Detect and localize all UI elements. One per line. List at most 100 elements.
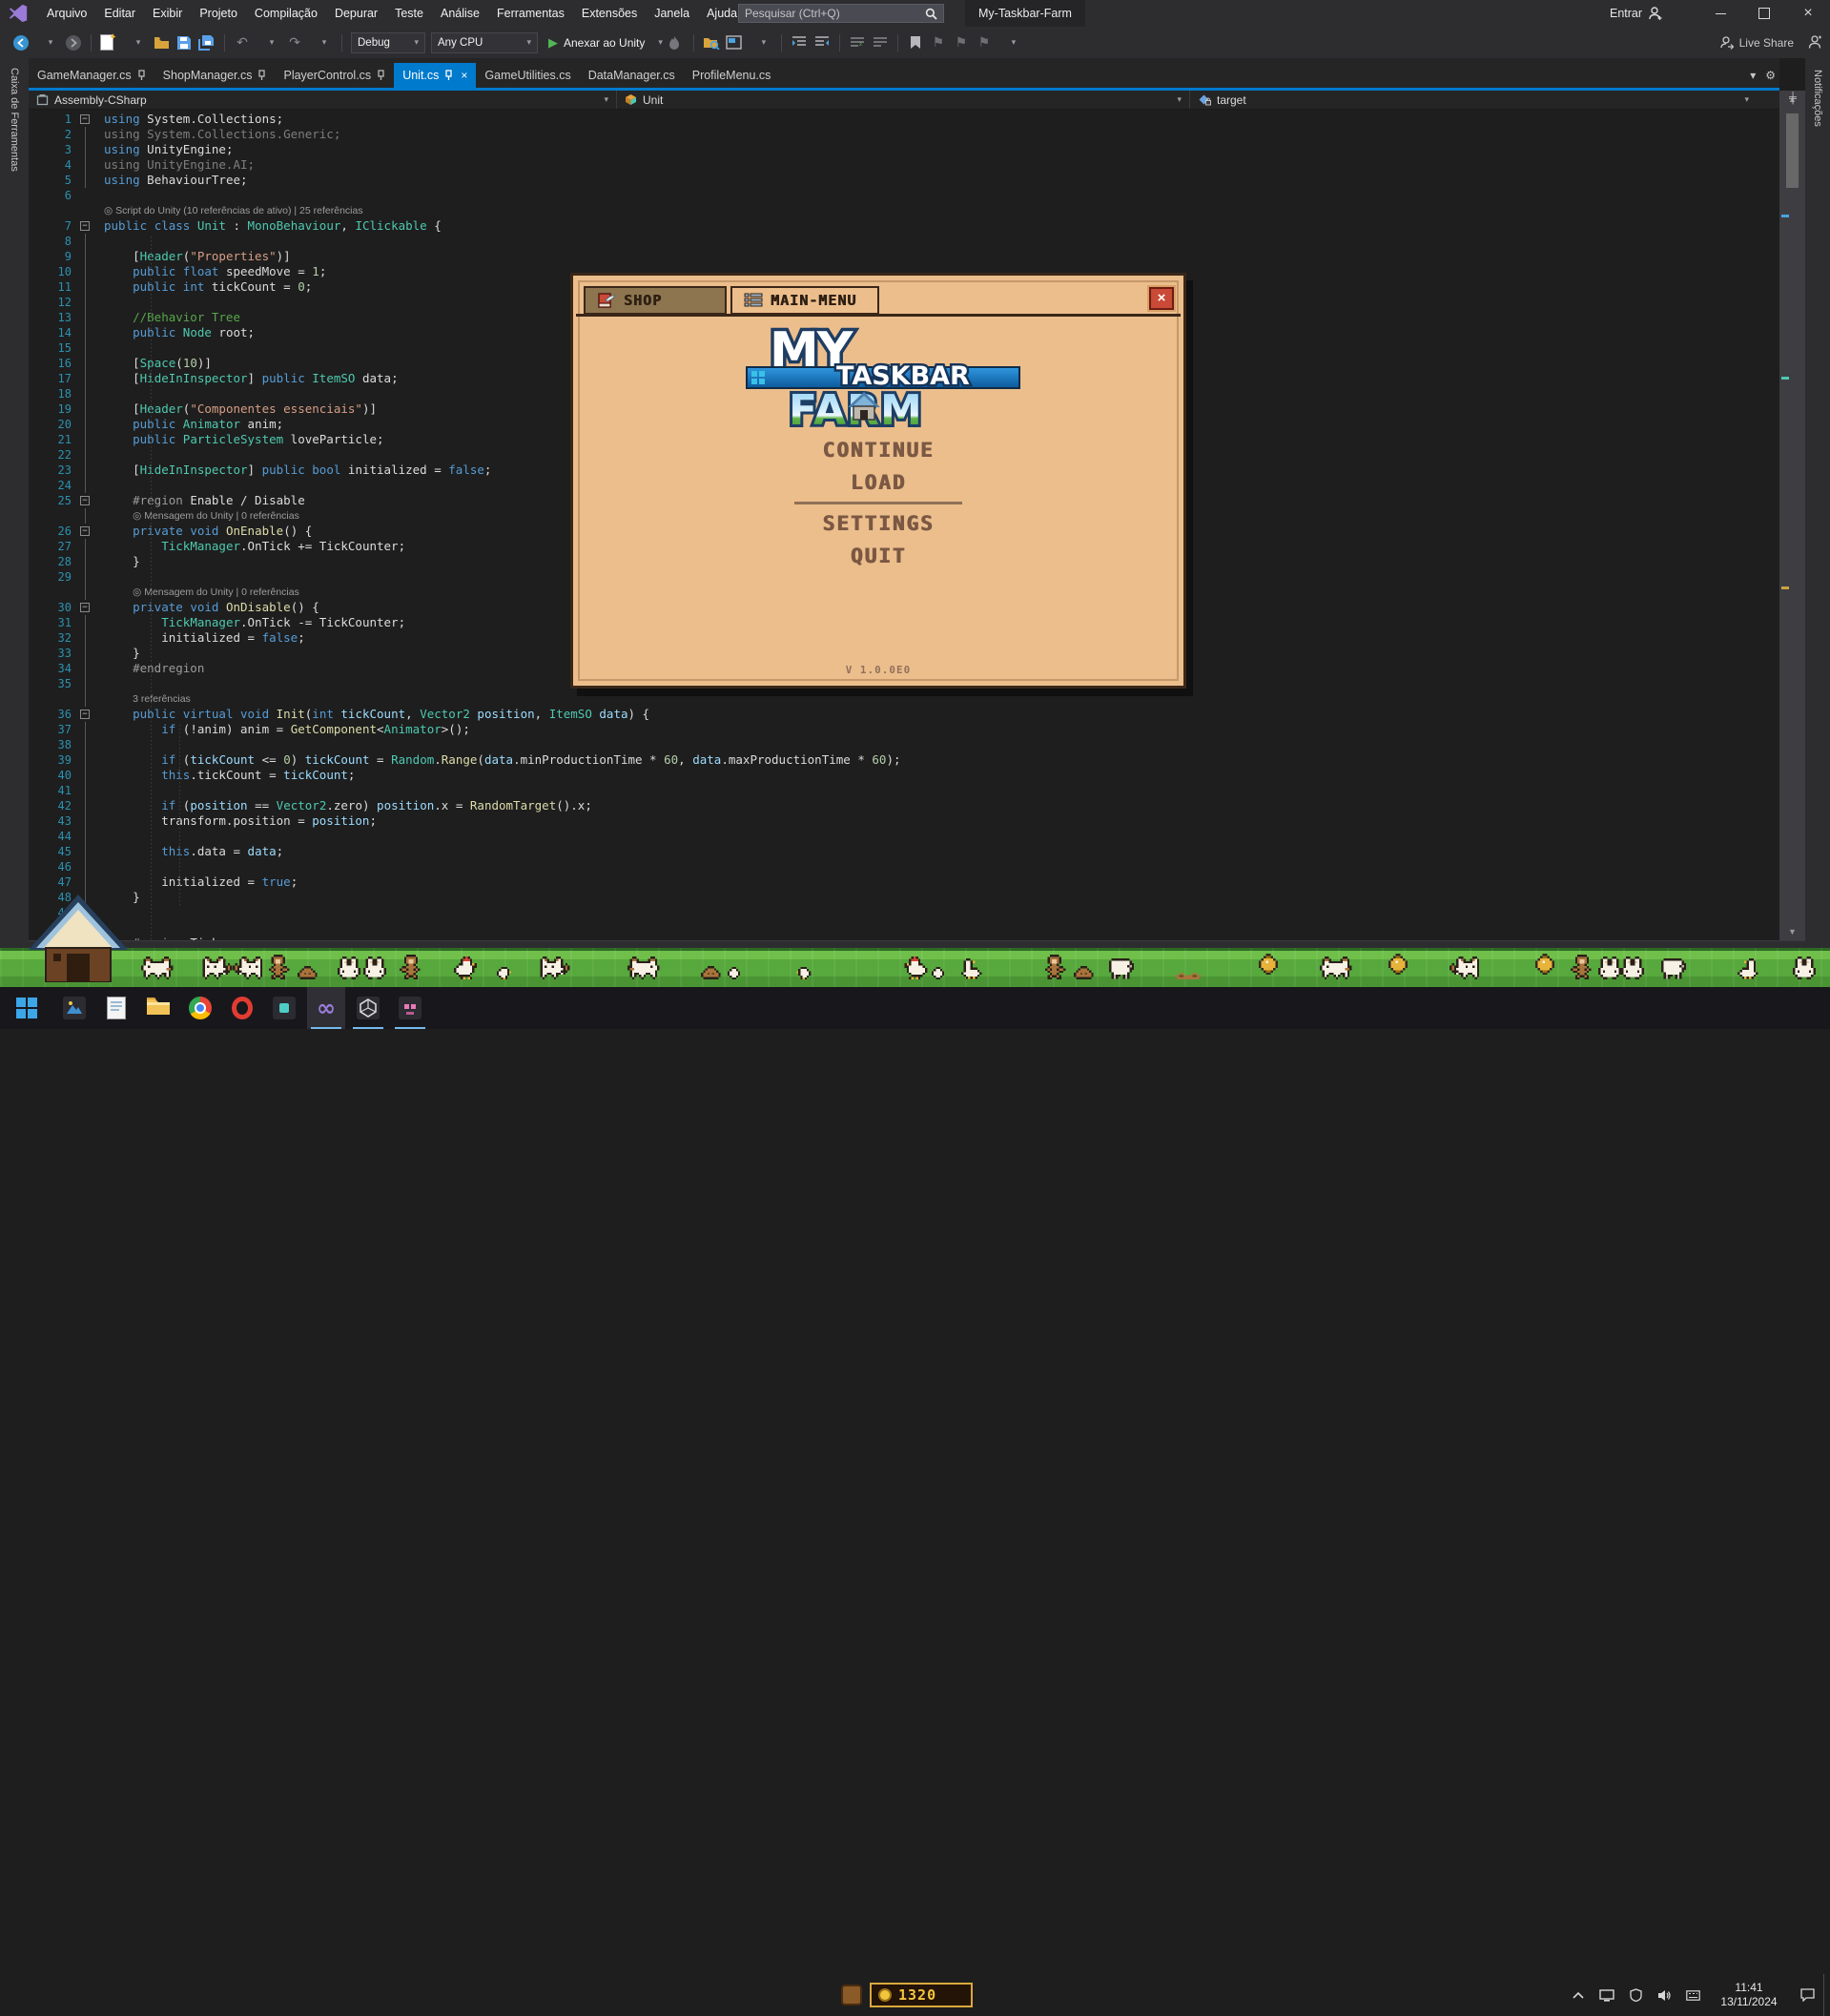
redo-icon[interactable]: ↷ bbox=[284, 31, 305, 54]
tab-playercontrol-cs[interactable]: PlayerControl.cs bbox=[275, 63, 394, 88]
platform-select[interactable]: Any CPU▾ bbox=[431, 32, 538, 53]
bookmark-icon[interactable] bbox=[905, 31, 926, 54]
main-menu-tab[interactable]: MAIN-MENU bbox=[730, 286, 879, 315]
save-all-icon[interactable] bbox=[196, 31, 217, 54]
collapse-icon[interactable]: − bbox=[80, 114, 90, 124]
toolbar-overflow-icon[interactable]: ▾ bbox=[1003, 31, 1024, 54]
project-dropdown[interactable]: Assembly-CSharp ▾ bbox=[29, 91, 616, 109]
taskbar-app-explorer[interactable] bbox=[139, 987, 177, 1029]
tab-gamemanager-cs[interactable]: GameManager.cs bbox=[29, 63, 154, 88]
codelens-text[interactable]: ◎ Mensagem do Unity | 0 referências bbox=[93, 508, 299, 524]
game-menu-settings[interactable]: SETTINGS bbox=[822, 512, 934, 535]
undo-dropdown-icon[interactable]: ▾ bbox=[261, 31, 282, 54]
collapse-icon[interactable]: − bbox=[80, 221, 90, 231]
menu-arquivo[interactable]: Arquivo bbox=[38, 0, 95, 27]
sign-in-button[interactable]: Entrar bbox=[1610, 0, 1663, 27]
collapse-icon[interactable]: − bbox=[80, 710, 90, 719]
game-pouch-icon[interactable] bbox=[841, 1985, 862, 2006]
menu-extens-es[interactable]: Extensões bbox=[573, 0, 646, 27]
keyboard-layout-icon[interactable] bbox=[1678, 1990, 1707, 2001]
tab-unit-cs[interactable]: Unit.cs× bbox=[394, 63, 476, 88]
fold-margin[interactable]: − bbox=[72, 600, 93, 615]
notifications-tab[interactable]: Notificações bbox=[1812, 70, 1823, 127]
comment-lines-icon[interactable]: ² bbox=[847, 31, 868, 54]
game-menu-continue[interactable]: CONTINUE bbox=[822, 439, 934, 462]
pin-icon[interactable] bbox=[257, 70, 266, 81]
taskbar-app-photos[interactable] bbox=[55, 987, 93, 1029]
menu-exibir[interactable]: Exibir bbox=[144, 0, 191, 27]
collapse-icon[interactable]: − bbox=[80, 603, 90, 612]
maximize-button[interactable] bbox=[1742, 0, 1786, 27]
indent-decrease-icon[interactable] bbox=[789, 31, 810, 54]
menu-depurar[interactable]: Depurar bbox=[326, 0, 386, 27]
new-file-dropdown-icon[interactable]: ▾ bbox=[128, 31, 149, 54]
type-dropdown[interactable]: Unit ▾ bbox=[616, 91, 1189, 109]
tab-list-dropdown-icon[interactable]: ▾ bbox=[1750, 69, 1756, 82]
clear-bookmarks-icon[interactable]: ⚑ bbox=[974, 31, 995, 54]
taskbar-app-pixel-editor[interactable] bbox=[391, 987, 429, 1029]
new-file-icon[interactable]: ✦ bbox=[98, 31, 119, 54]
pin-icon[interactable] bbox=[137, 70, 146, 81]
security-shield-icon[interactable] bbox=[1621, 1988, 1650, 2002]
tab-options-gear-icon[interactable]: ⚙ bbox=[1765, 69, 1776, 82]
open-folder-icon[interactable] bbox=[151, 31, 172, 54]
attach-to-unity-button[interactable]: ▶ Anexar ao Unity ▾ bbox=[548, 35, 680, 51]
menu-editar[interactable]: Editar bbox=[95, 0, 144, 27]
codelens-text[interactable]: 3 referências bbox=[93, 691, 191, 707]
taskbar-app-visual-studio[interactable]: ∞ bbox=[307, 987, 345, 1029]
taskbar-app-chrome[interactable] bbox=[181, 987, 219, 1029]
solution-config-select[interactable]: Debug▾ bbox=[351, 32, 425, 53]
tab-profilemenu-cs[interactable]: ProfileMenu.cs bbox=[684, 63, 780, 88]
taskbar-app-dark-app[interactable] bbox=[265, 987, 303, 1029]
navigate-back-icon[interactable] bbox=[10, 31, 31, 54]
scroll-down-icon[interactable]: ▼ bbox=[1779, 927, 1805, 936]
toolbox-tab[interactable]: Caixa de Ferramentas bbox=[9, 68, 20, 172]
fold-margin[interactable]: − bbox=[72, 493, 93, 508]
action-center-icon[interactable] bbox=[1791, 1988, 1823, 2002]
game-menu-quit[interactable]: QUIT bbox=[851, 545, 907, 567]
tab-datamanager-cs[interactable]: DataManager.cs bbox=[580, 63, 684, 88]
close-button[interactable]: × bbox=[1786, 0, 1830, 27]
tab-shopmanager-cs[interactable]: ShopManager.cs bbox=[154, 63, 276, 88]
live-share-button[interactable]: Live Share bbox=[1719, 35, 1794, 50]
window-dropdown-icon[interactable]: ▾ bbox=[753, 31, 774, 54]
menu-an-lise[interactable]: Análise bbox=[432, 0, 488, 27]
hidden-icons-chevron[interactable] bbox=[1564, 1991, 1593, 1999]
fold-margin[interactable]: − bbox=[72, 707, 93, 722]
member-dropdown[interactable]: target ▾ bbox=[1189, 91, 1757, 109]
search-input[interactable]: Pesquisar (Ctrl+Q) bbox=[738, 4, 944, 23]
fold-margin[interactable]: − bbox=[72, 524, 93, 539]
feedback-icon[interactable] bbox=[1807, 35, 1822, 50]
taskbar-app-start[interactable] bbox=[8, 987, 46, 1029]
pin-icon[interactable] bbox=[377, 70, 385, 81]
undo-icon[interactable]: ↶ bbox=[232, 31, 253, 54]
split-editor-icon[interactable]: ╪ bbox=[1781, 93, 1804, 108]
find-in-files-icon[interactable] bbox=[701, 31, 722, 54]
uncomment-lines-icon[interactable] bbox=[870, 31, 891, 54]
taskbar-app-notepad[interactable] bbox=[97, 987, 135, 1029]
tab-close-icon[interactable]: × bbox=[461, 69, 467, 82]
tab-gameutilities-cs[interactable]: GameUtilities.cs bbox=[476, 63, 579, 88]
redo-dropdown-icon[interactable]: ▾ bbox=[314, 31, 335, 54]
navigate-forward-icon[interactable] bbox=[63, 31, 84, 54]
volume-icon[interactable] bbox=[1650, 1989, 1678, 2002]
codelens-text[interactable]: ◎ Script do Unity (10 referências de ati… bbox=[93, 203, 363, 218]
ide-window-icon[interactable] bbox=[724, 31, 745, 54]
editor-scrollbar[interactable]: ▲ ▼ bbox=[1779, 91, 1805, 940]
collapse-icon[interactable]: − bbox=[80, 526, 90, 536]
scrollbar-thumb[interactable] bbox=[1786, 113, 1799, 188]
indent-increase-icon[interactable] bbox=[812, 31, 833, 54]
back-dropdown-icon[interactable]: ▾ bbox=[40, 31, 61, 54]
menu-teste[interactable]: Teste bbox=[386, 0, 432, 27]
menu-janela[interactable]: Janela bbox=[646, 0, 698, 27]
network-icon[interactable] bbox=[1593, 1989, 1621, 2002]
game-menu-load[interactable]: LOAD bbox=[851, 471, 907, 494]
save-icon[interactable] bbox=[174, 31, 195, 54]
next-bookmark-icon[interactable]: ⚑ bbox=[951, 31, 972, 54]
menu-projeto[interactable]: Projeto bbox=[191, 0, 246, 27]
taskbar-app-opera[interactable] bbox=[223, 987, 261, 1029]
taskbar-app-unity[interactable] bbox=[349, 987, 387, 1029]
pin-icon[interactable] bbox=[444, 70, 453, 81]
fold-margin[interactable]: − bbox=[72, 112, 93, 127]
shop-tab[interactable]: SHOP bbox=[584, 286, 727, 315]
